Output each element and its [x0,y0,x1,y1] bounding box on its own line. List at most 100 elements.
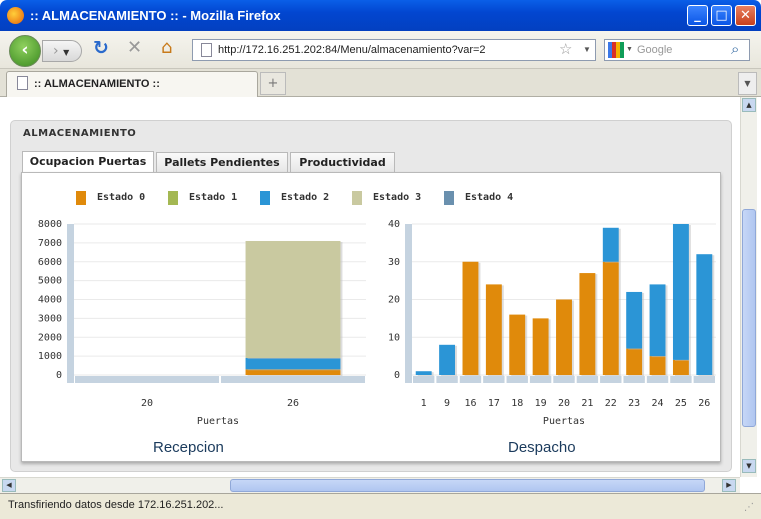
bar-segment [462,261,479,375]
x-tick-label: 26 [698,398,710,409]
bar-segment [245,240,341,359]
bar-segment [602,227,619,262]
tab-pallets-pendientes[interactable]: Pallets Pendientes [156,152,288,174]
x-axis-segment [623,376,645,383]
status-bar: Transfiriendo datos desde 172.16.251.202… [0,493,761,519]
x-axis-segment [221,376,365,383]
bookmark-star-icon[interactable]: ☆ [559,40,572,60]
x-tick-label: 20 [141,398,153,409]
x-axis-segment [600,376,622,383]
forward-button[interactable]: › ▼ [42,40,82,62]
y-tick-label: 2000 [38,332,62,343]
browser-tab[interactable]: :: ALMACENAMIENTO :: [6,71,258,97]
search-engine-dropdown-icon[interactable]: ▼ [626,46,633,53]
minimize-button[interactable]: _ [687,5,708,26]
bar-segment [415,371,432,375]
hscroll-thumb[interactable] [230,479,705,492]
recepcion-chart-title: Recepcion [153,439,224,456]
x-tick-label: 18 [511,398,523,409]
scroll-thumb[interactable] [742,209,756,427]
tab-list-button[interactable]: ▼ [738,72,757,95]
stop-icon[interactable]: ✕ [127,37,142,58]
scroll-up-arrow-icon[interactable]: ▲ [742,98,756,112]
url-text: http://172.16.251.202:84/Menu/almacenami… [218,44,486,56]
y-tick-label: 20 [388,295,400,306]
x-tick-label: 1 [421,398,427,409]
legend-label: Estado 4 [465,192,514,203]
x-axis-title: Puertas [543,416,585,427]
vertical-scrollbar[interactable]: ▲ ▼ [740,97,757,477]
legend-swatch [260,191,270,205]
x-tick-label: 17 [488,398,500,409]
scroll-right-arrow-icon[interactable]: ▶ [722,479,736,492]
x-axis-segment [693,376,715,383]
x-tick-label: 9 [444,398,450,409]
bar-segment [602,261,619,375]
legend-label: Estado 1 [189,192,238,203]
status-text: Transfiriendo datos desde 172.16.251.202… [8,499,224,511]
y-axis-band [405,224,412,383]
bar-segment [556,299,572,375]
legend-label: Estado 0 [97,192,146,203]
recepcion-chart: 0 1000 2000 3000 4000 5000 6000 7000 8000 20 26 Pue… [38,219,366,427]
bar-segment [672,359,689,375]
panel-title: ALMACENAMIENTO [23,128,137,139]
y-tick-label: 1000 [38,351,62,362]
x-tick-label: 25 [675,398,687,409]
y-tick-label: 10 [388,332,400,343]
bar-segment [439,344,456,375]
scroll-down-arrow-icon[interactable]: ▼ [742,459,756,473]
firefox-logo-icon [7,7,24,24]
x-axis-segment [459,376,482,383]
x-tick-label: 26 [287,398,299,409]
maximize-button[interactable]: □ [711,5,732,26]
resize-grip-icon: ⋰ [744,502,754,513]
tab-productividad[interactable]: Productividad [290,152,395,174]
close-button[interactable]: ✕ [735,5,756,26]
tab-ocupacion-puertas[interactable]: Ocupacion Puertas [22,151,154,174]
bar-segment [245,358,341,370]
x-axis-title: Puertas [197,416,239,427]
despacho-chart: 0102030401 9 16 17 18 19 20 21 22 23 24 25 26Puertas [388,219,716,427]
y-tick-label: 4000 [38,295,62,306]
horizontal-scrollbar[interactable]: ◀ ▶ [0,477,740,493]
google-icon [608,42,624,58]
y-tick-label: 3000 [38,313,62,324]
bar-segment [509,314,526,375]
legend-swatch [76,191,86,205]
y-tick-label: 8000 [38,219,62,230]
x-tick-label: 24 [652,398,664,409]
x-axis-segment [483,376,505,383]
scroll-left-arrow-icon[interactable]: ◀ [2,479,16,492]
search-icon[interactable]: ⌕ [731,40,739,60]
bar-segment [579,273,596,375]
legend-label: Estado 2 [281,192,330,203]
y-axis-band [67,224,74,383]
y-tick-label: 0 [56,370,62,381]
bar-segment [532,318,549,375]
x-tick-label: 21 [581,398,593,409]
chart-legend: Estado 0 Estado 1 Estado 2 Estado 3 Estado 4 [76,190,536,206]
bar-segment [626,348,643,375]
bar-segment [626,291,643,349]
y-tick-label: 40 [388,219,400,230]
home-icon[interactable]: ⌂ [161,37,172,58]
new-tab-button[interactable]: + [260,72,286,95]
y-tick-label: 0 [394,370,400,381]
search-placeholder: Google [636,44,673,56]
reload-icon[interactable]: ↻ [93,37,109,59]
despacho-chart-title: Despacho [508,439,576,456]
x-axis-segment [670,376,692,383]
search-field[interactable]: ▼ Google ⌕ [604,39,750,61]
y-tick-label: 30 [388,257,400,268]
x-axis-segment [413,376,435,383]
x-axis-segment [75,376,219,383]
tab-title: :: ALMACENAMIENTO :: [34,78,160,90]
x-axis-segment [553,376,575,383]
page-icon [201,43,212,57]
bar-segment [696,254,713,375]
back-button[interactable]: ‹ [9,35,41,67]
address-bar[interactable]: http://172.16.251.202:84/Menu/almacenami… [192,39,596,61]
y-tick-label: 7000 [38,238,62,249]
dropdown-arrow-icon[interactable]: ▼ [583,40,591,60]
